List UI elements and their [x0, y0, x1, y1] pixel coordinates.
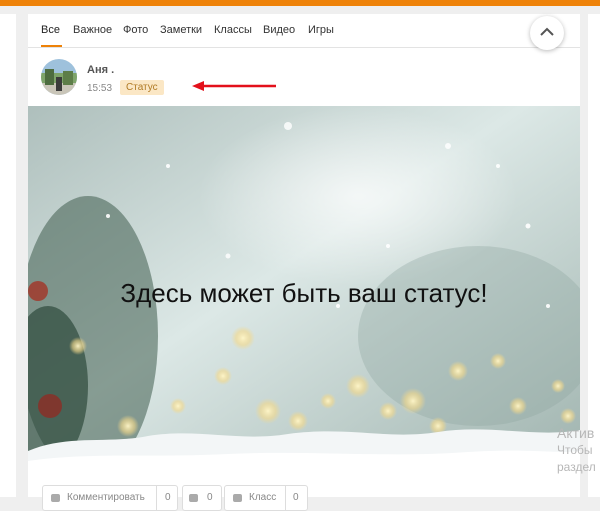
- left-panel-edge: [0, 14, 16, 497]
- avatar[interactable]: [41, 59, 77, 95]
- share-icon: [189, 494, 198, 502]
- active-tab-indicator: [41, 45, 62, 47]
- share-count: 0: [207, 492, 213, 503]
- like-divider: [285, 486, 286, 510]
- comment-button[interactable]: Комментировать 0: [42, 485, 178, 511]
- like-icon: [233, 494, 242, 502]
- tab-important[interactable]: Важное: [73, 24, 112, 36]
- comment-icon: [51, 494, 60, 502]
- watermark-line-1: Актив: [557, 425, 595, 441]
- watermark-line-3: раздел: [557, 460, 596, 474]
- like-button[interactable]: Класс 0: [224, 485, 308, 511]
- activation-watermark: Актив Чтобы раздел: [557, 425, 596, 476]
- feed-card: Все Важное Фото Заметки Классы Видео Игр…: [28, 14, 580, 511]
- comment-label: Комментировать: [67, 492, 145, 503]
- post-author[interactable]: Аня .: [87, 64, 114, 76]
- post-time: 15:53: [87, 83, 113, 94]
- watermark-line-2: Чтобы: [557, 443, 593, 457]
- like-label: Класс: [249, 492, 277, 503]
- feed-tabs: Все Важное Фото Заметки Классы Видео Игр…: [28, 14, 580, 48]
- tab-notes[interactable]: Заметки: [160, 24, 202, 36]
- tab-all[interactable]: Все: [41, 24, 60, 36]
- comment-count: 0: [165, 492, 171, 503]
- tab-games[interactable]: Игры: [308, 24, 334, 36]
- tab-classes[interactable]: Классы: [214, 24, 252, 36]
- top-accent-bar: [0, 0, 600, 6]
- status-badge: Статус: [120, 80, 164, 95]
- arrow-annotation-icon: [192, 81, 276, 91]
- post-image[interactable]: Здесь может быть ваш статус!: [28, 106, 580, 473]
- scroll-up-button[interactable]: [530, 16, 564, 50]
- post-header: Аня . 15:53 Статус: [28, 48, 580, 106]
- tab-photo[interactable]: Фото: [123, 24, 148, 36]
- share-button[interactable]: 0: [182, 485, 222, 511]
- chevron-up-icon: [540, 27, 554, 36]
- post-status-text: Здесь может быть ваш статус!: [120, 278, 488, 308]
- tab-video[interactable]: Видео: [263, 24, 295, 36]
- comment-divider: [156, 486, 157, 510]
- like-count: 0: [293, 492, 299, 503]
